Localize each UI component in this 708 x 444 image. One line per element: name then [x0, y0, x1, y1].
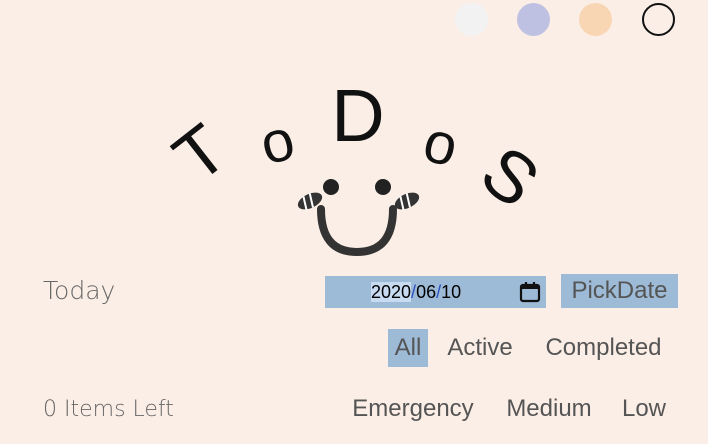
logo-letter-o2: o [417, 109, 464, 180]
today-label: Today [43, 276, 116, 305]
priority-medium-button[interactable]: Medium [498, 391, 600, 427]
logo-letter-t: T [159, 109, 241, 197]
items-left-count: 0 Items Left [43, 397, 174, 422]
todos-logo: T o D o S [159, 74, 553, 257]
priority-emergency-button[interactable]: Emergency [343, 391, 483, 427]
filter-active-button[interactable]: Active [441, 329, 519, 367]
filter-completed-button[interactable]: Completed [535, 329, 672, 367]
priority-low-button[interactable]: Low [615, 391, 673, 427]
logo-letter-o1: o [254, 107, 301, 178]
filter-all-button[interactable]: All [388, 329, 428, 367]
date-day[interactable]: 10 [441, 282, 461, 302]
date-month[interactable]: 06 [416, 282, 436, 302]
date-input[interactable]: 2020/06/10 [325, 276, 546, 308]
smiley-face-icon [297, 179, 420, 257]
logo-letter-s: S [466, 131, 553, 224]
pick-date-button[interactable]: PickDate [561, 274, 678, 308]
date-year[interactable]: 2020 [371, 281, 412, 302]
calendar-icon[interactable] [519, 281, 541, 303]
logo-letter-d: D [331, 74, 384, 157]
